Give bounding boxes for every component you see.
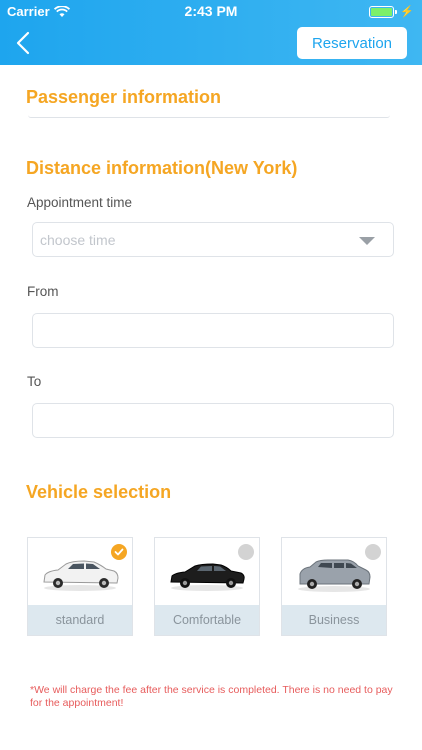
- header-bar: Carrier 2:43 PM ⚡ Reservation: [0, 0, 422, 65]
- passenger-divider: [28, 115, 390, 118]
- vehicle-label-standard: standard: [28, 605, 132, 635]
- dropdown-arrow-icon: [359, 237, 375, 245]
- chevron-left-icon: [16, 31, 30, 55]
- vehicle-option-business[interactable]: Business: [281, 537, 387, 636]
- vehicle-section-title: Vehicle selection: [26, 482, 172, 502]
- status-bar: Carrier 2:43 PM ⚡: [0, 0, 422, 22]
- to-input[interactable]: [32, 403, 394, 438]
- vehicle-option-comfortable[interactable]: Comfortable: [154, 537, 260, 636]
- from-label: From: [27, 284, 59, 299]
- battery-icon: ⚡: [369, 5, 414, 18]
- reservation-button[interactable]: Reservation: [297, 27, 407, 59]
- from-input[interactable]: [32, 313, 394, 348]
- unselected-radio-icon: [365, 544, 381, 560]
- unselected-radio-icon: [238, 544, 254, 560]
- charging-icon: ⚡: [400, 6, 414, 18]
- appointment-time-label: Appointment time: [27, 195, 133, 210]
- fee-notice: *We will charge the fee after the servic…: [30, 684, 393, 709]
- appointment-time-select[interactable]: choose time: [32, 222, 394, 257]
- to-label: To: [27, 374, 42, 389]
- vehicle-option-standard[interactable]: standard: [27, 537, 133, 636]
- passenger-section-title: Passenger information: [26, 87, 222, 107]
- vehicle-label-business: Business: [282, 605, 386, 635]
- vehicle-label-comfortable: Comfortable: [155, 605, 259, 635]
- appointment-time-placeholder: choose time: [40, 232, 116, 248]
- back-button[interactable]: [14, 31, 34, 55]
- status-time: 2:43 PM: [184, 3, 238, 19]
- selected-check-icon: [111, 544, 127, 560]
- distance-section-title: Distance information(New York): [26, 158, 298, 178]
